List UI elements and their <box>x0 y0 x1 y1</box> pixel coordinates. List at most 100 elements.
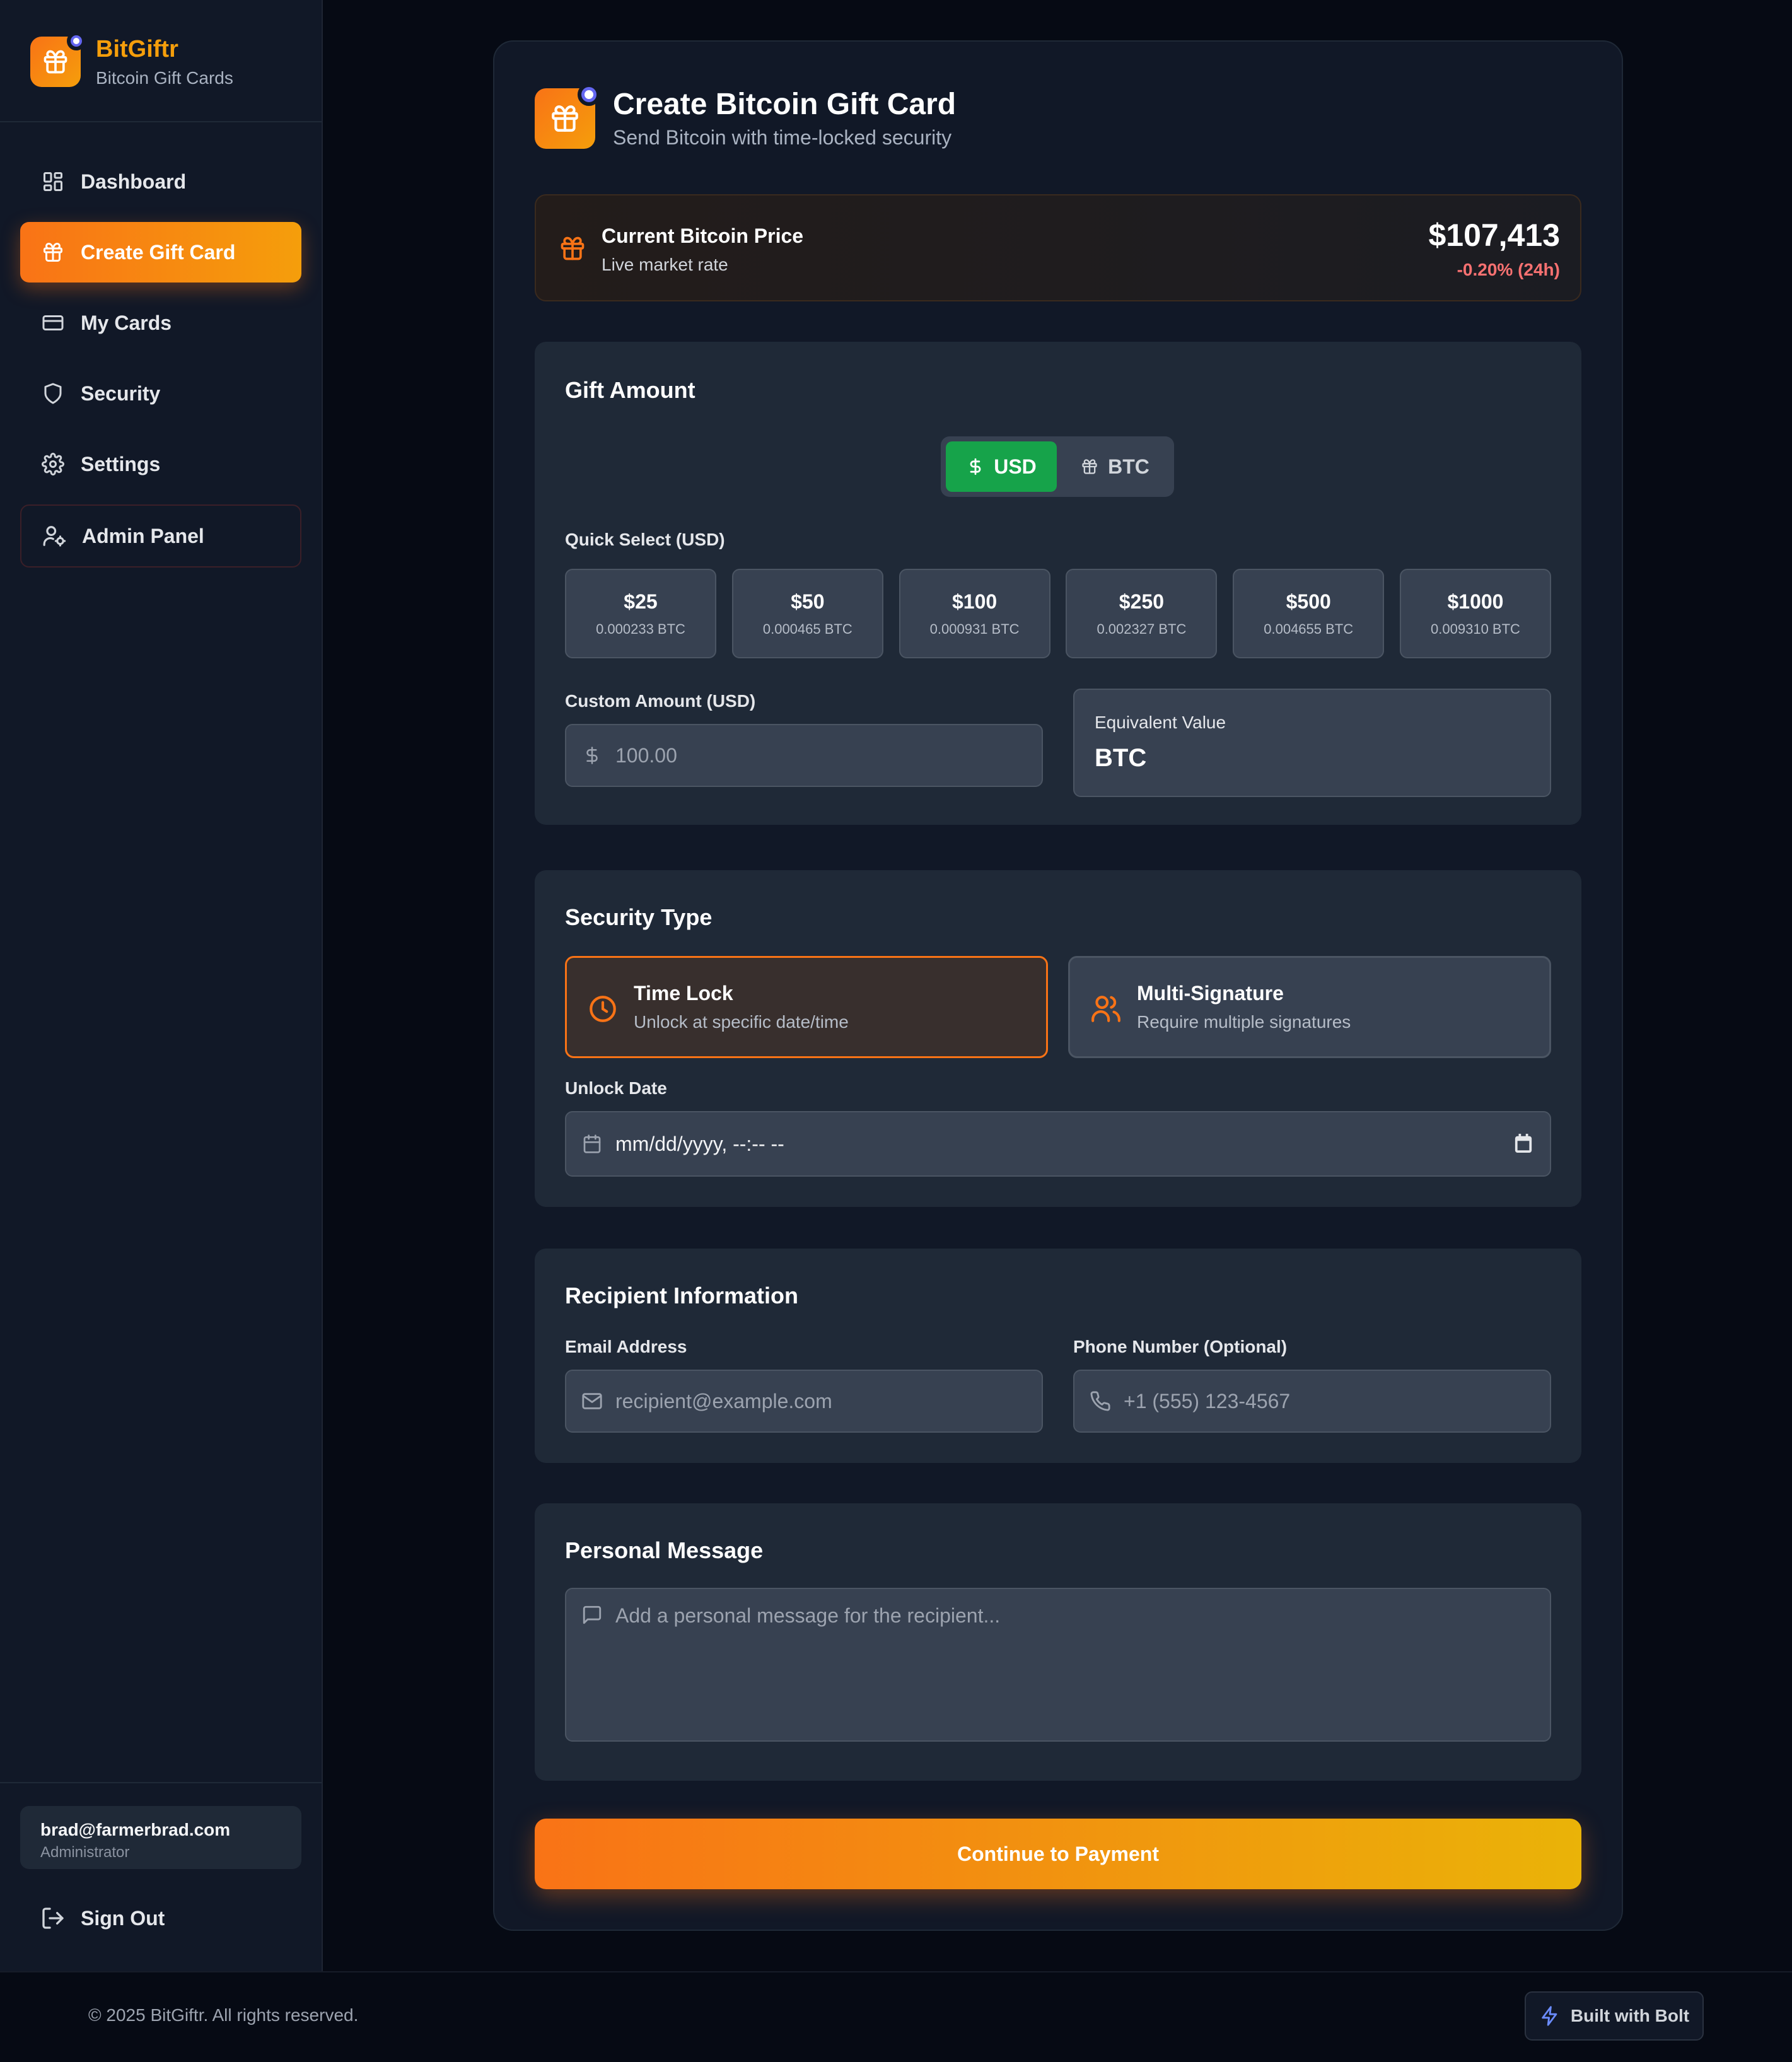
sidebar-nav: Dashboard Create Gift Card My Cards Secu… <box>20 151 301 578</box>
gift-icon <box>561 236 585 260</box>
unlock-date-value: mm/dd/yyyy, --:-- -- <box>615 1132 784 1155</box>
dollar-icon <box>581 745 603 766</box>
shield-icon <box>40 381 66 406</box>
sidebar-item-label: Admin Panel <box>82 524 204 547</box>
user-role: Administrator <box>40 1844 130 1861</box>
section-title: Recipient Information <box>565 1283 799 1308</box>
logout-icon <box>42 1908 64 1929</box>
gift-icon <box>1080 457 1099 476</box>
header-logo <box>535 83 600 149</box>
brand-subtitle: Bitcoin Gift Cards <box>96 68 233 88</box>
built-with-bolt-badge[interactable]: Built with Bolt <box>1525 1991 1704 2041</box>
sidebar: BitGiftr Bitcoin Gift Cards Dashboard Cr… <box>0 0 323 1971</box>
app-root: BitGiftr Bitcoin Gift Cards Dashboard Cr… <box>0 0 1792 2062</box>
quick-amount-button[interactable]: $500 0.004655 BTC <box>1233 569 1385 658</box>
equivalent-value: BTC <box>1095 744 1147 772</box>
quick-amount-button[interactable]: $1000 0.009310 BTC <box>1399 569 1551 658</box>
mail-icon <box>581 1390 603 1412</box>
time-lock-option[interactable]: Time Lock Unlock at specific date/time <box>565 956 1048 1058</box>
recipient-section: Recipient Information Email Address reci… <box>535 1249 1581 1463</box>
email-label: Email Address <box>565 1337 687 1356</box>
bolt-badge-label: Built with Bolt <box>1570 2006 1690 2025</box>
sidebar-item-label: Security <box>81 382 161 405</box>
quick-amount-button[interactable]: $250 0.002327 BTC <box>1066 569 1218 658</box>
status-dot <box>578 83 600 106</box>
multi-signature-option[interactable]: Multi-Signature Require multiple signatu… <box>1068 956 1551 1058</box>
sidebar-item-settings[interactable]: Settings <box>20 434 301 494</box>
price-change: -0.20% (24h) <box>1457 260 1560 279</box>
divider <box>0 121 322 122</box>
gift-amount-section: Gift Amount USD BTC Quick Select (USD) $… <box>535 342 1581 825</box>
sidebar-item-label: Create Gift Card <box>81 240 236 264</box>
personal-message-section: Personal Message Add a personal message … <box>535 1503 1581 1781</box>
security-type-section: Security Type Time Lock Unlock at specif… <box>535 870 1581 1207</box>
phone-label: Phone Number (Optional) <box>1073 1337 1288 1356</box>
dollar-icon <box>966 457 985 476</box>
brand[interactable]: BitGiftr Bitcoin Gift Cards <box>30 32 233 88</box>
page-title: Create Bitcoin Gift Card <box>613 88 957 121</box>
continue-to-payment-button[interactable]: Continue to Payment <box>535 1819 1581 1889</box>
section-title: Personal Message <box>565 1537 764 1563</box>
message-icon <box>581 1604 603 1626</box>
users-icon <box>1091 996 1120 1022</box>
usd-toggle-button[interactable]: USD <box>946 441 1057 492</box>
user-email: brad@farmerbrad.com <box>40 1820 231 1839</box>
message-textarea[interactable]: Add a personal message for the recipient… <box>565 1588 1551 1742</box>
sign-out-label: Sign Out <box>81 1906 165 1930</box>
quick-select-label: Quick Select (USD) <box>565 530 725 549</box>
copyright: © 2025 BitGiftr. All rights reserved. <box>88 2005 359 2025</box>
price-subtitle: Live market rate <box>602 255 728 274</box>
quick-select-group: $25 0.000233 BTC $50 0.000465 BTC $100 0… <box>565 569 1551 658</box>
calendar-picker-icon[interactable] <box>1515 1134 1532 1153</box>
message-placeholder: Add a personal message for the recipient… <box>615 1604 1001 1627</box>
gear-icon <box>40 451 66 477</box>
bolt-icon <box>1542 2006 1557 2026</box>
dashboard-icon <box>40 169 66 194</box>
sidebar-item-label: Settings <box>81 452 161 475</box>
sidebar-item-admin-panel[interactable]: Admin Panel <box>20 504 301 568</box>
gift-icon <box>40 240 66 265</box>
page-header: Create Bitcoin Gift Card Send Bitcoin wi… <box>535 83 957 149</box>
email-placeholder: recipient@example.com <box>615 1389 832 1413</box>
custom-amount-input[interactable]: 100.00 <box>565 724 1043 787</box>
quick-amount-button[interactable]: $50 0.000465 BTC <box>731 569 883 658</box>
sidebar-item-security[interactable]: Security <box>20 363 301 424</box>
create-gift-card-panel: Create Bitcoin Gift Card Send Bitcoin wi… <box>493 40 1623 1931</box>
sidebar-item-dashboard[interactable]: Dashboard <box>20 151 301 212</box>
card-icon <box>40 310 66 335</box>
quick-amount-button[interactable]: $100 0.000931 BTC <box>899 569 1050 658</box>
email-field[interactable]: recipient@example.com <box>565 1370 1043 1433</box>
sign-out-button[interactable]: Sign Out <box>40 1906 165 1931</box>
phone-field[interactable]: +1 (555) 123-4567 <box>1073 1370 1551 1433</box>
custom-amount-label: Custom Amount (USD) <box>565 691 756 711</box>
currency-toggle: USD BTC <box>941 436 1174 497</box>
custom-amount-placeholder: 100.00 <box>615 743 677 767</box>
user-cog-icon <box>42 523 67 549</box>
clock-icon <box>590 996 616 1022</box>
brand-logo <box>30 32 86 87</box>
calendar-icon <box>581 1133 603 1155</box>
section-title: Security Type <box>565 904 713 930</box>
equivalent-value-box: Equivalent Value BTC <box>1073 689 1551 797</box>
sidebar-item-my-cards[interactable]: My Cards <box>20 293 301 353</box>
footer: © 2025 BitGiftr. All rights reserved. Bu… <box>0 1971 1792 2062</box>
unlock-date-label: Unlock Date <box>565 1078 667 1098</box>
gift-icon <box>44 50 67 74</box>
price-title: Current Bitcoin Price <box>602 224 804 247</box>
equivalent-value-label: Equivalent Value <box>1095 713 1226 732</box>
btc-toggle-button[interactable]: BTC <box>1061 441 1169 492</box>
status-dot <box>67 32 86 50</box>
divider <box>0 1782 322 1783</box>
sidebar-item-create-gift-card[interactable]: Create Gift Card <box>20 222 301 283</box>
phone-placeholder: +1 (555) 123-4567 <box>1124 1389 1291 1413</box>
page-subtitle: Send Bitcoin with time-locked security <box>613 126 952 149</box>
sidebar-item-label: Dashboard <box>81 170 187 193</box>
sidebar-item-label: My Cards <box>81 311 172 334</box>
phone-icon <box>1090 1390 1111 1412</box>
brand-name: BitGiftr <box>96 36 178 62</box>
unlock-date-input[interactable]: mm/dd/yyyy, --:-- -- <box>565 1111 1551 1177</box>
price-value: $107,413 <box>1428 218 1560 253</box>
gift-icon <box>552 105 578 132</box>
bitcoin-price-card: Current Bitcoin Price Live market rate $… <box>535 194 1581 301</box>
quick-amount-button[interactable]: $25 0.000233 BTC <box>565 569 716 658</box>
